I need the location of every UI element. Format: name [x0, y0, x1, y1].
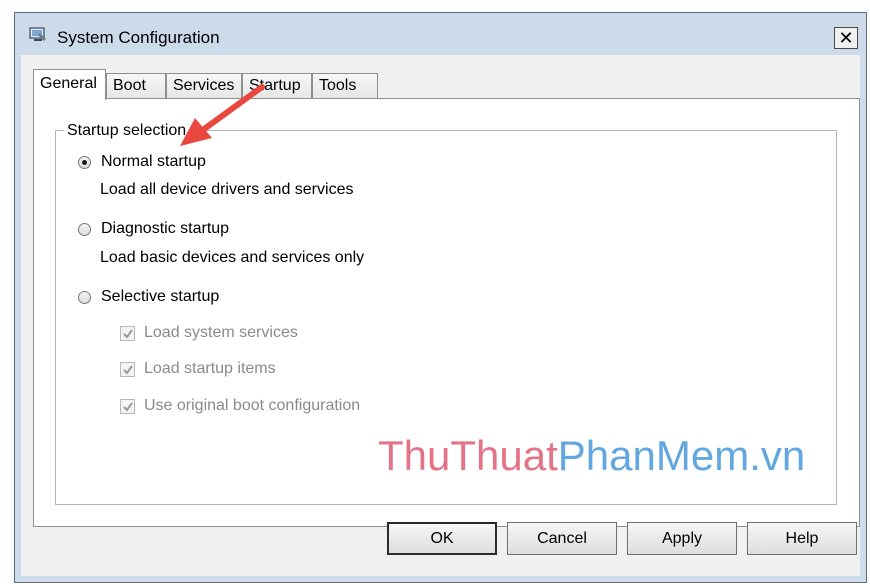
startup-selection-legend: Startup selection	[64, 122, 190, 140]
tab-boot[interactable]: Boot	[106, 73, 166, 99]
checkmark-icon	[123, 328, 133, 339]
msconfig-app-icon	[29, 27, 47, 43]
tab-general[interactable]: General	[33, 69, 106, 100]
selective-startup-label: Selective startup	[101, 288, 220, 305]
watermark-part1: ThuThuat	[378, 432, 558, 479]
load-system-services-checkbox[interactable]	[120, 325, 135, 341]
watermark-part2: PhanMem.vn	[557, 432, 806, 479]
close-button[interactable]: ✕	[834, 27, 858, 49]
diagnostic-startup-description: Load basic devices and services only	[100, 249, 365, 266]
checkmark-icon	[123, 401, 133, 412]
load-system-services-label: Load system services	[144, 324, 298, 341]
ok-button[interactable]: OK	[387, 522, 497, 555]
diagnostic-startup-option[interactable]: Diagnostic startup	[78, 220, 229, 238]
use-original-boot-config-label: Use original boot configuration	[144, 397, 361, 414]
load-system-services-option[interactable]: Load system services	[120, 324, 298, 342]
watermark: ThuThuatPhanMem.vn	[378, 432, 805, 480]
radio-selected-dot	[82, 159, 87, 165]
use-original-boot-config-option[interactable]: Use original boot configuration	[120, 397, 360, 415]
dialog-body: General Boot Services Startup Tools Star…	[21, 55, 860, 576]
diagnostic-startup-label: Diagnostic startup	[101, 220, 230, 237]
normal-startup-description: Load all device drivers and services	[100, 181, 354, 198]
selective-startup-radio[interactable]	[78, 290, 91, 304]
tab-tools[interactable]: Tools	[312, 73, 378, 99]
apply-button[interactable]: Apply	[627, 522, 737, 555]
checkmark-icon	[123, 364, 133, 375]
window-title: System Configuration	[57, 28, 220, 47]
tab-services[interactable]: Services	[166, 73, 242, 99]
load-startup-items-option[interactable]: Load startup items	[120, 360, 276, 378]
diagnostic-startup-radio[interactable]	[78, 222, 91, 236]
help-button[interactable]: Help	[747, 522, 857, 555]
normal-startup-label: Normal startup	[101, 153, 206, 170]
load-startup-items-label: Load startup items	[144, 360, 276, 377]
normal-startup-radio[interactable]	[78, 155, 91, 169]
normal-startup-option[interactable]: Normal startup	[78, 153, 206, 171]
cancel-button[interactable]: Cancel	[507, 522, 617, 555]
title-bar[interactable]: System Configuration ✕	[15, 13, 866, 55]
system-configuration-window: System Configuration ✕ General Boot Serv…	[14, 12, 867, 583]
use-original-boot-config-checkbox[interactable]	[120, 398, 135, 414]
selective-startup-option[interactable]: Selective startup	[78, 288, 219, 306]
close-icon: ✕	[838, 28, 854, 48]
tab-startup[interactable]: Startup	[242, 73, 312, 99]
load-startup-items-checkbox[interactable]	[120, 361, 135, 377]
